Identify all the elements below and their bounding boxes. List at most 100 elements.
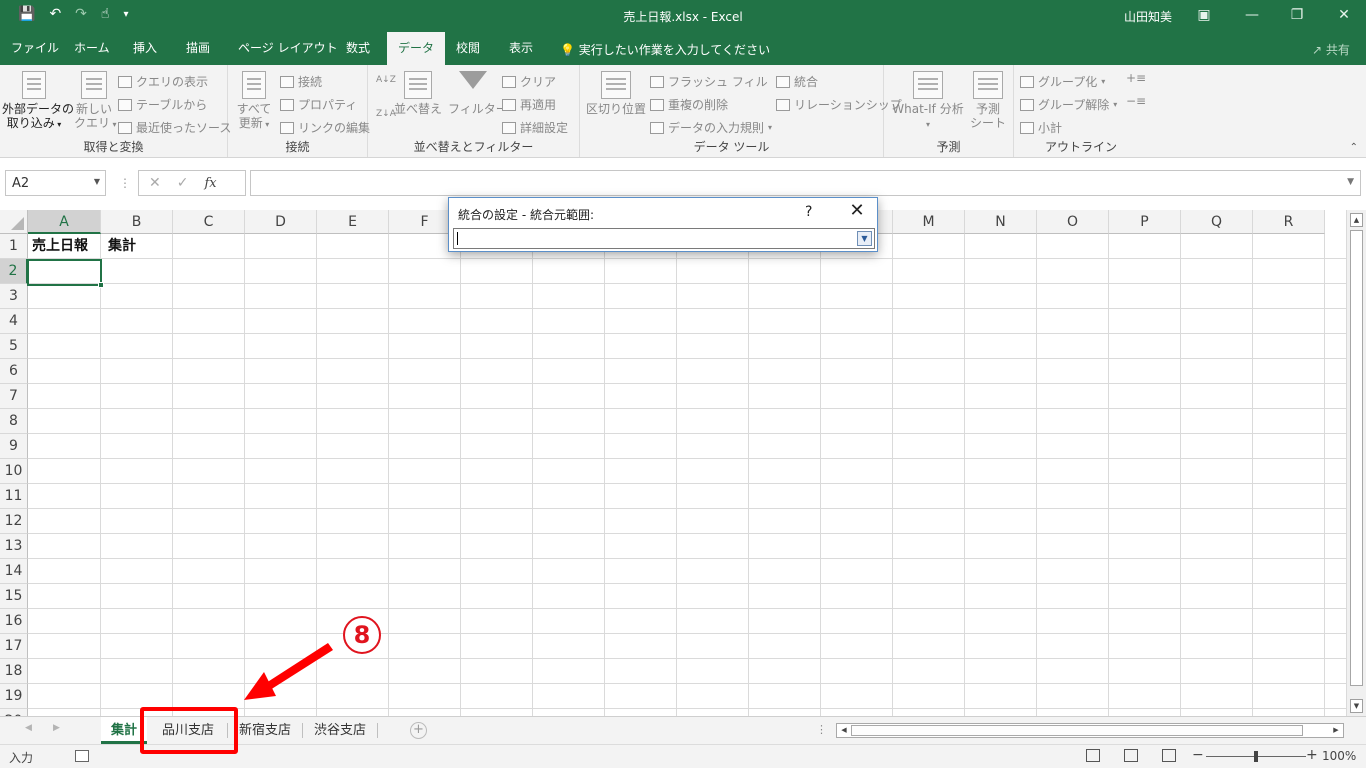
tab-view[interactable]: 表示 xyxy=(498,32,544,65)
column-header-n[interactable]: N xyxy=(965,210,1037,234)
row-header-13[interactable]: 13 xyxy=(0,534,28,559)
row-header-10[interactable]: 10 xyxy=(0,459,28,484)
external-data-button[interactable]: 外部データの 取り込み ▾ xyxy=(2,71,74,132)
worksheet-grid[interactable]: ABCDEFGHIJKLMNOPQR 123456789101112131415… xyxy=(0,210,1346,716)
text-to-columns-button[interactable]: 区切り位置 xyxy=(584,71,648,116)
column-header-e[interactable]: E xyxy=(317,210,389,234)
cancel-entry-icon[interactable]: ✕ xyxy=(149,175,161,191)
horizontal-scrollbar[interactable]: ◀ ▶ xyxy=(836,723,1344,738)
column-header-q[interactable]: Q xyxy=(1181,210,1253,234)
tab-review[interactable]: 校閲 xyxy=(445,32,491,65)
hide-detail-button[interactable]: −≡ xyxy=(1126,94,1146,108)
sheet-tab-shibuya[interactable]: 渋谷支店 xyxy=(306,717,374,744)
ribbon-display-icon[interactable]: ▣ xyxy=(1192,4,1216,26)
user-name[interactable]: 山田知美 xyxy=(1124,8,1172,25)
filter-button[interactable]: フィルター xyxy=(448,71,508,116)
row-header-14[interactable]: 14 xyxy=(0,559,28,584)
show-queries-button[interactable]: クエリの表示 xyxy=(118,73,208,90)
what-if-button[interactable]: What-If 分析 ▾ xyxy=(890,71,966,132)
tab-home[interactable]: ホーム xyxy=(63,32,121,65)
from-table-button[interactable]: テーブルから xyxy=(118,96,207,113)
normal-view-icon[interactable] xyxy=(1086,749,1100,762)
sort-za-button[interactable]: Z↓A xyxy=(376,109,396,119)
show-detail-button[interactable]: +≡ xyxy=(1126,71,1146,85)
prev-sheet-icon[interactable]: ◀ xyxy=(25,723,32,733)
column-header-r[interactable]: R xyxy=(1253,210,1325,234)
vertical-scroll-thumb[interactable] xyxy=(1350,230,1363,686)
column-header-d[interactable]: D xyxy=(245,210,317,234)
ungroup-button[interactable]: グループ解除 ▾ xyxy=(1020,96,1117,113)
reapply-button[interactable]: 再適用 xyxy=(502,96,556,113)
row-header-2[interactable]: 2 xyxy=(0,259,28,284)
row-header-11[interactable]: 11 xyxy=(0,484,28,509)
tab-draw[interactable]: 描画 xyxy=(175,32,221,65)
scroll-right-icon[interactable]: ▶ xyxy=(1330,724,1342,737)
chevron-down-icon[interactable]: ▼ xyxy=(94,177,100,186)
zoom-out-button[interactable]: − xyxy=(1192,747,1204,763)
row-header-8[interactable]: 8 xyxy=(0,409,28,434)
sort-az-button[interactable]: A↓Z xyxy=(376,75,396,85)
row-header-7[interactable]: 7 xyxy=(0,384,28,409)
macro-record-icon[interactable] xyxy=(75,750,89,762)
insert-function-icon[interactable]: fx xyxy=(204,176,216,191)
row-header-12[interactable]: 12 xyxy=(0,509,28,534)
scroll-up-icon[interactable]: ▲ xyxy=(1350,213,1363,227)
expand-formula-bar-icon[interactable]: ▼ xyxy=(1347,177,1354,187)
row-header-17[interactable]: 17 xyxy=(0,634,28,659)
clear-button[interactable]: クリア xyxy=(502,73,556,90)
sort-button[interactable]: 並べ替え xyxy=(394,71,442,116)
formula-input[interactable]: ▼ xyxy=(250,170,1361,196)
advanced-button[interactable]: 詳細設定 xyxy=(502,119,568,136)
recent-sources-button[interactable]: 最近使ったソース xyxy=(118,119,231,136)
connections-button[interactable]: 接続 xyxy=(280,73,322,90)
subtotal-button[interactable]: 小計 xyxy=(1020,119,1062,136)
scroll-down-icon[interactable]: ▼ xyxy=(1350,699,1363,713)
tab-insert[interactable]: 挿入 xyxy=(122,32,168,65)
properties-button[interactable]: プロパティ xyxy=(280,96,357,113)
zoom-in-button[interactable]: + xyxy=(1306,747,1318,763)
row-header-1[interactable]: 1 xyxy=(0,234,28,259)
horizontal-scroll-thumb[interactable] xyxy=(851,725,1303,736)
row-header-15[interactable]: 15 xyxy=(0,584,28,609)
new-sheet-button[interactable]: + xyxy=(410,722,427,739)
tab-split-handle-icon[interactable]: ⋮ xyxy=(816,723,827,736)
column-header-o[interactable]: O xyxy=(1037,210,1109,234)
page-break-view-icon[interactable] xyxy=(1162,749,1176,762)
refresh-all-button[interactable]: すべて 更新 ▾ xyxy=(234,71,274,132)
minimize-button[interactable]: — xyxy=(1240,4,1264,26)
forecast-sheet-button[interactable]: 予測 シート xyxy=(970,71,1006,130)
relationships-button[interactable]: リレーションシップ xyxy=(776,96,902,113)
collapse-ribbon-icon[interactable]: ⌃ xyxy=(1350,142,1358,153)
row-header-4[interactable]: 4 xyxy=(0,309,28,334)
row-header-3[interactable]: 3 xyxy=(0,284,28,309)
zoom-level[interactable]: 100% xyxy=(1322,749,1356,763)
sheet-tab-shinjuku[interactable]: 新宿支店 xyxy=(231,717,299,744)
name-box[interactable]: A2 ▼ xyxy=(5,170,106,196)
row-header-16[interactable]: 16 xyxy=(0,609,28,634)
maximize-button[interactable]: ❐ xyxy=(1285,4,1309,26)
next-sheet-icon[interactable]: ▶ xyxy=(53,723,60,733)
vertical-scrollbar[interactable]: ▲ ▼ xyxy=(1346,210,1366,716)
page-layout-view-icon[interactable] xyxy=(1124,749,1138,762)
tab-formulas[interactable]: 数式 xyxy=(335,32,381,65)
row-header-19[interactable]: 19 xyxy=(0,684,28,709)
reference-input[interactable]: ▼ xyxy=(453,228,875,249)
select-all-button[interactable] xyxy=(0,210,28,234)
column-header-b[interactable]: B xyxy=(101,210,173,234)
dialog-close-button[interactable]: ✕ xyxy=(847,201,867,221)
column-header-m[interactable]: M xyxy=(893,210,965,234)
group-button[interactable]: グループ化 ▾ xyxy=(1020,73,1105,90)
confirm-entry-icon[interactable]: ✓ xyxy=(177,175,189,191)
row-header-6[interactable]: 6 xyxy=(0,359,28,384)
flash-fill-button[interactable]: フラッシュ フィル xyxy=(650,73,768,90)
row-header-20[interactable]: 20 xyxy=(0,709,28,716)
tab-file[interactable]: ファイル xyxy=(0,32,70,65)
row-header-9[interactable]: 9 xyxy=(0,434,28,459)
new-query-button[interactable]: 新しい クエリ ▾ xyxy=(74,71,117,132)
tab-data[interactable]: データ xyxy=(387,32,446,65)
zoom-knob[interactable] xyxy=(1254,751,1258,762)
close-button[interactable]: ✕ xyxy=(1332,4,1356,26)
column-header-a[interactable]: A xyxy=(28,210,101,234)
cell-b1[interactable]: 集計 xyxy=(104,234,136,259)
column-header-p[interactable]: P xyxy=(1109,210,1181,234)
